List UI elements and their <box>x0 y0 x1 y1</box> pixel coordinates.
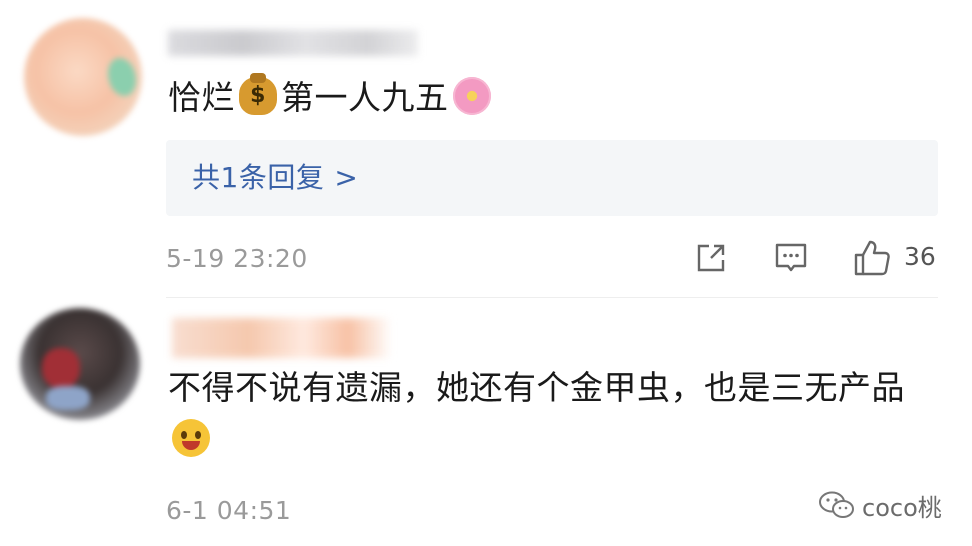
timestamp: 5-19 23:20 <box>166 244 308 273</box>
smiling-face-icon <box>172 419 210 457</box>
username-blurred[interactable] <box>168 30 418 56</box>
username-blurred[interactable] <box>172 318 392 358</box>
share-button[interactable] <box>694 241 728 275</box>
comment-text-part: 恰烂 <box>168 78 235 117</box>
comment-text: 不得不说有遗漏，她还有个金甲虫，也是三无产品 <box>168 362 928 466</box>
watermark-text: coco桃 <box>862 494 942 522</box>
avatar[interactable] <box>20 308 140 420</box>
chevron-right-icon: > <box>334 161 359 194</box>
reply-box[interactable]: 共1条回复 > <box>166 140 938 216</box>
comment-text-part: 不得不说有遗漏，她还有个金甲虫，也是三无产品 <box>168 368 905 407</box>
money-bag-icon <box>239 73 277 115</box>
reply-summary: 共1条回复 <box>192 161 325 194</box>
cherry-blossom-icon <box>452 77 491 115</box>
comment-button[interactable] <box>774 241 808 275</box>
view-replies-link[interactable]: 共1条回复 > <box>192 140 358 216</box>
comment-icon <box>775 243 807 272</box>
wechat-icon <box>819 491 854 518</box>
like-count: 36 <box>904 242 936 271</box>
like-icon <box>854 240 890 276</box>
comment-text-part: 第一人九五 <box>281 78 449 117</box>
comment-text: 恰烂 第一人九五 <box>168 72 495 124</box>
comment-item: 恰烂 第一人九五 共1条回复 > 5-19 23:20 36 <box>0 0 972 298</box>
timestamp: 6-1 04:51 <box>166 496 292 525</box>
share-icon <box>697 244 725 272</box>
like-button[interactable]: 36 <box>852 238 944 278</box>
avatar[interactable] <box>24 18 142 136</box>
